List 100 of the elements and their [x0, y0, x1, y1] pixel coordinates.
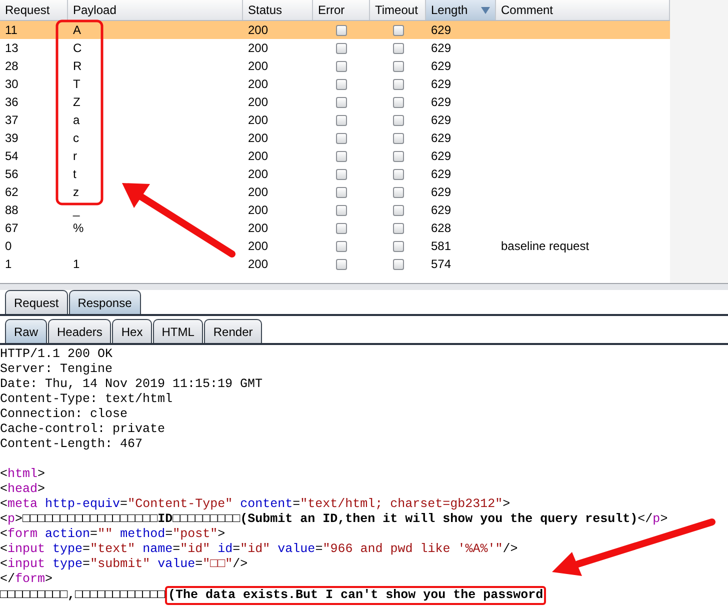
table-row[interactable]: 54 r 200 629 [0, 147, 670, 165]
table-cell-text: 581 [431, 238, 452, 255]
code-line: </form> [0, 572, 54, 587]
table-cell-text: 67 [5, 220, 18, 237]
tab[interactable]: Headers [48, 319, 112, 343]
table-cell-text: 629 [431, 112, 452, 129]
table-cell-text: c [73, 130, 79, 147]
table-cell-text: 629 [431, 148, 452, 165]
table-cell-text: 629 [431, 58, 452, 75]
column-header[interactable]: Payload [68, 0, 243, 20]
checkbox[interactable] [336, 24, 347, 36]
checkbox[interactable] [336, 258, 347, 270]
table-row[interactable]: 37 a 200 629 [0, 111, 670, 129]
column-header[interactable]: Comment [496, 0, 670, 20]
table-row[interactable]: 28 R 200 629 [0, 57, 670, 75]
table-cell-text: 200 [248, 148, 268, 165]
table-cell-text: 39 [5, 130, 18, 147]
table-row[interactable]: 1 1 200 574 [0, 255, 670, 273]
table-cell-text: 200 [248, 202, 268, 219]
table-cell-text: Z [73, 94, 80, 111]
column-header[interactable]: Length [426, 0, 496, 20]
code-line: Server: Tengine [0, 362, 114, 377]
checkbox[interactable] [392, 204, 404, 216]
table-cell-text: 200 [248, 40, 268, 57]
checkbox[interactable] [392, 78, 404, 90]
table-row[interactable]: 56 t 200 629 [0, 165, 670, 183]
checkbox[interactable] [336, 204, 347, 216]
table-row[interactable]: 67 % 200 628 [0, 219, 670, 237]
code-line: Connection: close [0, 407, 129, 422]
tab[interactable]: Response [68, 290, 141, 314]
tab[interactable]: Render [204, 319, 262, 343]
table-cell-text: 200 [248, 112, 268, 129]
tab[interactable]: Raw [5, 319, 48, 343]
table-cell-text: 1 [73, 256, 80, 273]
checkbox[interactable] [392, 168, 404, 180]
tab[interactable]: Hex [112, 319, 152, 343]
table-cell-text: 30 [5, 76, 18, 93]
column-header[interactable]: Request [0, 0, 68, 20]
table-row[interactable]: 62 z 200 629 [0, 183, 670, 201]
tab[interactable]: Request [5, 290, 68, 314]
checkbox[interactable] [392, 222, 404, 234]
checkbox[interactable] [392, 60, 404, 72]
table-cell-text: 200 [248, 256, 268, 273]
checkbox[interactable] [336, 168, 347, 180]
checkbox[interactable] [336, 132, 347, 144]
checkbox[interactable] [392, 96, 404, 108]
table-cell-text: 37 [5, 112, 18, 129]
checkbox[interactable] [392, 240, 404, 252]
table-cell-text: r [73, 148, 77, 165]
table-cell-text: 629 [431, 202, 452, 219]
code-line: <form action="" method="post"> [0, 527, 226, 542]
code-line: <input type="submit" value="□□"/> [0, 557, 249, 572]
checkbox[interactable] [392, 186, 404, 198]
checkbox[interactable] [336, 186, 347, 198]
checkbox[interactable] [336, 240, 347, 252]
checkbox[interactable] [392, 150, 404, 162]
table-cell-text: 628 [431, 220, 452, 237]
table-cell-text: 56 [5, 166, 18, 183]
table-row[interactable]: 11 A 200 629 [0, 21, 670, 39]
checkbox[interactable] [336, 222, 347, 234]
splitter-bar[interactable] [0, 283, 728, 290]
column-header[interactable]: Status [243, 0, 313, 20]
checkbox[interactable] [336, 42, 347, 54]
table-cell-text: t [73, 166, 76, 183]
highlighted-text: (The data exists.But I can't show you the password [165, 586, 546, 605]
code-line: HTTP/1.1 200 OK [0, 347, 114, 362]
table-cell-text: 629 [431, 22, 452, 39]
table-cell-text: z [73, 184, 79, 201]
table-cell-text: R [73, 58, 82, 75]
checkbox[interactable] [392, 24, 404, 36]
table-row[interactable]: 30 T 200 629 [0, 75, 670, 93]
tab[interactable]: HTML [152, 319, 204, 343]
checkbox[interactable] [336, 114, 347, 126]
table-row[interactable]: 36 Z 200 629 [0, 93, 670, 111]
checkbox[interactable] [392, 132, 404, 144]
table-row[interactable]: 0 200 581 baseline request [0, 237, 670, 255]
table-cell-text: _ [73, 202, 80, 219]
table-row[interactable]: 39 c 200 629 [0, 129, 670, 147]
table-cell-text: 62 [5, 184, 18, 201]
table-cell-text: A [73, 22, 82, 39]
checkbox[interactable] [336, 150, 347, 162]
code-text: □□□□□□□□□,□□□□□□□□□□□□ [0, 588, 166, 603]
code-line: <head> [0, 482, 46, 497]
table-cell-text: 11 [5, 22, 18, 39]
code-line: <input type="text" name="id" id="id" value="966 and pwd like '%A%'"/> [0, 542, 519, 557]
checkbox[interactable] [336, 96, 347, 108]
table-cell-text: 0 [5, 238, 12, 255]
table-row[interactable]: 88 _ 200 629 [0, 201, 670, 219]
checkbox[interactable] [392, 42, 404, 54]
table-cell-text: 200 [248, 76, 268, 93]
code-line: Cache-control: private [0, 422, 166, 437]
column-header[interactable]: Error [313, 0, 370, 20]
checkbox[interactable] [392, 258, 404, 270]
checkbox[interactable] [336, 60, 347, 72]
checkbox[interactable] [336, 78, 347, 90]
table-row[interactable]: 13 C 200 629 [0, 39, 670, 57]
checkbox[interactable] [392, 114, 404, 126]
table-cell-text: 54 [5, 148, 18, 165]
column-header[interactable]: Timeout [370, 0, 426, 20]
table-cell-text: 36 [5, 94, 18, 111]
